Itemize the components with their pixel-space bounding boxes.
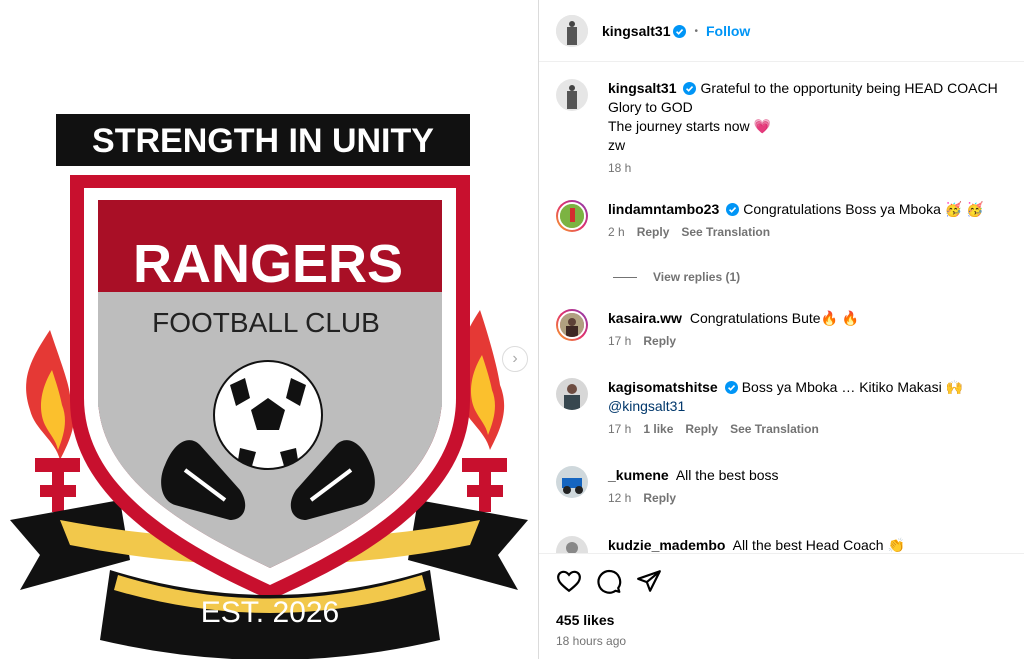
comment-text: Congratulations Boss ya Mboka 🥳 🥳 [743, 201, 984, 217]
chevron-right-icon[interactable]: › [502, 346, 528, 372]
reply-button[interactable]: Reply [643, 491, 676, 505]
post-time: 18 hours ago [556, 634, 627, 648]
follow-button[interactable]: Follow [706, 23, 750, 39]
club-name: RANGERS [133, 234, 403, 294]
comment-text: All the best Head Coach 👏 [732, 537, 905, 553]
list-item: _kumene All the best boss 12 h Reply [556, 466, 1016, 505]
comment-text: All the best boss [675, 467, 779, 483]
list-item: kagisomatshitse Boss ya Mboka … Kitiko Ma… [556, 378, 1016, 436]
verified-badge-icon [683, 82, 697, 95]
list-item: lindamntambo23 Congratulations Boss ya Mb… [556, 200, 1016, 239]
banner-text: STRENGTH IN UNITY [92, 122, 434, 160]
avatar[interactable] [556, 466, 588, 498]
caption: kingsalt31 Grateful to the opportunity be… [556, 79, 1016, 175]
comment-username[interactable]: lindamntambo23 [608, 201, 719, 217]
club-sub: FOOTBALL CLUB [152, 307, 380, 338]
post-actions [556, 568, 662, 594]
rangers-crest-logo: STRENGTH IN UNITY RANGERS FOOTBALL CLUB … [10, 114, 528, 659]
post-header: kingsalt31 • Follow [539, 0, 1024, 62]
comment-time: 17 h [608, 422, 632, 436]
comment-username[interactable]: kagisomatshitse [608, 379, 718, 395]
view-replies-button[interactable]: View replies (1) [613, 270, 740, 284]
reply-button[interactable]: Reply [685, 422, 718, 436]
reply-button[interactable]: Reply [637, 225, 670, 239]
avatar[interactable] [556, 536, 588, 553]
list-item: kudzie_madembo All the best Head Coach 👏 [556, 536, 1016, 553]
separator: • [694, 25, 698, 37]
avatar[interactable] [556, 309, 588, 341]
caption-time: 18 h [608, 161, 632, 175]
avatar[interactable] [556, 200, 588, 232]
avatar[interactable] [556, 15, 588, 47]
header-username[interactable]: kingsalt31 [602, 23, 670, 39]
caption-line: Grateful to the opportunity being HEAD C… [700, 80, 998, 96]
comment-list[interactable]: kingsalt31 Grateful to the opportunity be… [539, 62, 1024, 553]
est-text: EST. 2026 [201, 596, 339, 629]
football-icon [213, 360, 323, 470]
caption-line: The journey starts now 💗 [608, 118, 771, 134]
caption-username[interactable]: kingsalt31 [608, 80, 676, 96]
replies-line [613, 276, 637, 278]
likes-count[interactable]: 1 like [643, 422, 673, 436]
comment-username[interactable]: _kumene [608, 467, 669, 483]
caption-line: zw [608, 137, 626, 153]
reply-button[interactable]: Reply [643, 334, 676, 348]
verified-badge-icon [673, 24, 687, 38]
user-photo-icon [556, 15, 588, 47]
verified-badge-icon [724, 381, 738, 394]
avatar[interactable] [556, 79, 588, 111]
heart-icon[interactable] [556, 568, 582, 594]
see-translation-button[interactable]: See Translation [681, 225, 770, 239]
comment-username[interactable]: kudzie_madembo [608, 537, 725, 553]
avatar[interactable] [556, 378, 588, 410]
comment-time: 12 h [608, 491, 632, 505]
comment-text: Boss ya Mboka … Kitiko Makasi 🙌 [741, 379, 963, 395]
comments-panel: kingsalt31 • Follow kingsalt31 Grateful t… [539, 0, 1024, 659]
comment-time: 17 h [608, 334, 632, 348]
share-icon[interactable] [636, 568, 662, 594]
verified-badge-icon [726, 203, 740, 216]
see-translation-button[interactable]: See Translation [730, 422, 819, 436]
mention-link[interactable]: @kingsalt31 [608, 398, 685, 414]
comment-username[interactable]: kasaira.ww [608, 310, 682, 326]
view-replies-label: View replies (1) [653, 270, 741, 284]
list-item: kasaira.ww Congratulations Bute🔥 🔥 17 h … [556, 309, 1016, 348]
post-image[interactable]: STRENGTH IN UNITY RANGERS FOOTBALL CLUB … [0, 0, 538, 659]
caption-line: Glory to GOD [608, 99, 693, 115]
footer-divider [539, 553, 1024, 554]
comment-icon[interactable] [596, 568, 622, 594]
comment-time: 2 h [608, 225, 625, 239]
comment-text: Congratulations Bute🔥 🔥 [689, 310, 860, 326]
likes-count[interactable]: 455 likes [556, 612, 614, 628]
